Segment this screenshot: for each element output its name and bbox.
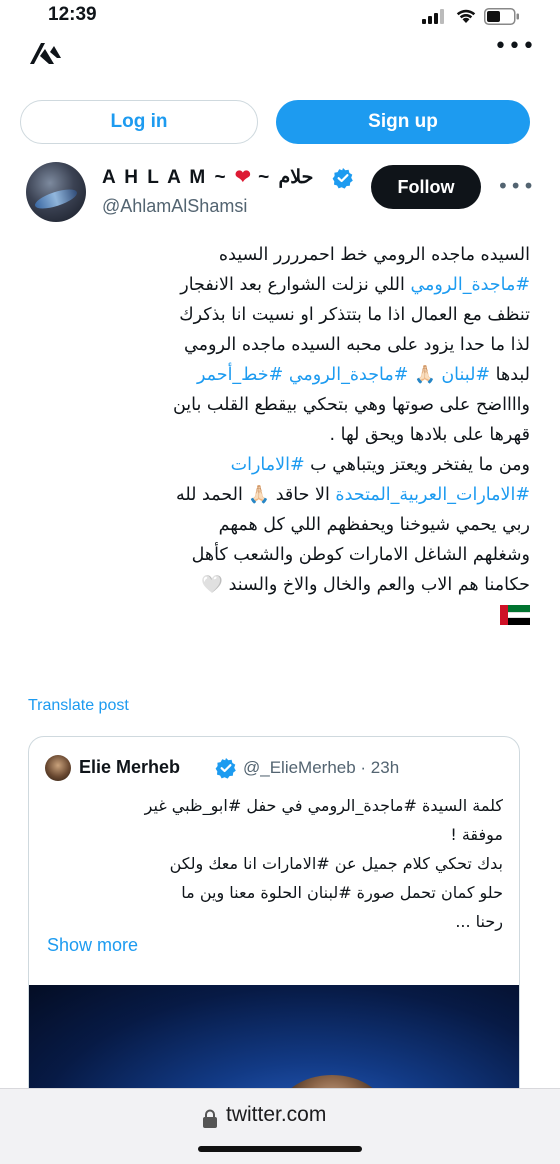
quoted-author-handle: @_ElieMerheb · 23h [243, 758, 400, 777]
hashtag-link[interactable]: #لبنان [441, 365, 490, 385]
show-more-link[interactable]: Show more [47, 935, 138, 956]
quoted-author-name: Elie Merheb [79, 757, 181, 777]
app-logo-icon[interactable] [28, 40, 62, 70]
text-line: بدك تحكي كلام جميل عن #الامارات انا معك … [45, 849, 503, 878]
post-text: السيده ماجده الرومي خط احمرررر السيده #ما… [22, 240, 530, 630]
text-segment: السيده ماجده الرومي خط احمرررر السيده [218, 245, 530, 265]
quoted-post-card[interactable]: Elie Merheb @_ElieMerheb · 23h كلمة السي… [28, 736, 520, 1136]
post-more-icon[interactable]: ••• [497, 174, 535, 198]
author-name-latin: A H L A M ~ [102, 167, 235, 188]
author-name[interactable]: A H L A M ~ ❤ ~ حلام [102, 166, 313, 189]
text-line: وشغلهم الشاغل الامارات كوطن والشعب كأهل [22, 540, 530, 570]
text-line [22, 600, 530, 630]
uae-flag-icon [500, 605, 530, 625]
hashtag-link[interactable]: #الامارات_العربية_المتحدة [335, 485, 530, 505]
text-segment: 🙏🏻 [408, 365, 442, 385]
translate-post-link[interactable]: Translate post [28, 697, 129, 715]
text-line: ربي يحمي شيوخنا ويحفظهم اللي كل همهم [22, 510, 530, 540]
browser-url-bar[interactable]: twitter.com [0, 1088, 560, 1164]
hashtag-link[interactable]: #الامارات [231, 455, 305, 475]
text-segment: اللي نزلت الشوارع بعد الانفجار [180, 275, 411, 295]
text-segment: لبدها [490, 365, 530, 385]
text-segment: وااااضح على صوتها وهي بتحكي بيقطع القلب … [172, 395, 530, 415]
text-line: #ماجدة_الرومي اللي نزلت الشوارع بعد الان… [22, 270, 530, 300]
text-line: وااااضح على صوتها وهي بتحكي بيقطع القلب … [22, 390, 530, 420]
hashtag-link[interactable]: #ماجدة_الرومي #خط_أحمر [197, 365, 408, 385]
text-line: موفقة ! [45, 820, 503, 849]
text-line: لذا ما حدا يزود على محبه السيده ماجده ال… [22, 330, 530, 360]
lock-icon [202, 1109, 218, 1133]
text-segment: الا حاقد 🙏🏻 الحمد لله [175, 485, 336, 505]
signup-button[interactable]: Sign up [276, 100, 530, 144]
cellular-signal-icon [422, 9, 446, 28]
text-line: السيده ماجده الرومي خط احمرررر السيده [22, 240, 530, 270]
quoted-post-text: كلمة السيدة #ماجدة_الرومي في حفل #ابو_ظب… [45, 791, 503, 936]
status-time: 12:39 [48, 4, 97, 25]
url-text: twitter.com [226, 1103, 327, 1126]
text-segment: لذا ما حدا يزود على محبه السيده ماجده ال… [184, 335, 530, 355]
text-line: لبدها #لبنان 🙏🏻 #ماجدة_الرومي #خط_أحمر [22, 360, 530, 390]
text-line: حلو كمان تحمل صورة #لبنان الحلوة معنا وي… [45, 878, 503, 907]
home-indicator [198, 1146, 362, 1152]
author-handle[interactable]: @AhlamAlShamsi [102, 196, 247, 217]
text-line: كلمة السيدة #ماجدة_الرومي في حفل #ابو_ظب… [45, 791, 503, 820]
text-segment: قهرها على بلادها ويحق لها . [329, 425, 530, 445]
text-segment: موفقة ! [450, 825, 503, 844]
battery-icon [484, 8, 520, 29]
text-segment: تنظف مع العمال اذا ما بتتذكر او نسيت انا… [179, 305, 530, 325]
text-line: رحنا ... [45, 907, 503, 936]
author-avatar[interactable] [26, 162, 86, 222]
text-segment: بدك تحكي كلام جميل عن #الامارات انا معك … [169, 854, 503, 873]
quoted-author-avatar [45, 755, 71, 781]
text-line: #الامارات_العربية_المتحدة الا حاقد 🙏🏻 ال… [22, 480, 530, 510]
text-segment: كلمة السيدة #ماجدة_الرومي في حفل #ابو_ظب… [144, 796, 503, 815]
wifi-icon [455, 7, 477, 28]
verified-badge-icon [215, 757, 237, 783]
text-segment: حلو كمان تحمل صورة #لبنان الحلوة معنا وي… [181, 883, 503, 902]
author-name-arabic: ~ حلام [250, 167, 314, 188]
login-button[interactable]: Log in [20, 100, 258, 144]
text-line: تنظف مع العمال اذا ما بتتذكر او نسيت انا… [22, 300, 530, 330]
text-segment: ربي يحمي شيوخنا ويحفظهم اللي كل همهم [218, 515, 530, 535]
hashtag-link[interactable]: #ماجدة_الرومي [410, 275, 530, 295]
follow-button[interactable]: Follow [371, 165, 481, 209]
text-segment: رحنا ... [455, 912, 503, 931]
text-line: حكامنا هم الاب والعم والخال والاخ والسند… [22, 570, 530, 600]
text-segment: وشغلهم الشاغل الامارات كوطن والشعب كأهل [191, 545, 530, 565]
text-segment: حكامنا هم الاب والعم والخال والاخ والسند… [201, 575, 530, 595]
text-segment: ومن ما يفتخر ويعتز ويتباهي ب [304, 455, 530, 475]
verified-badge-icon [332, 167, 354, 193]
text-line: قهرها على بلادها ويحق لها . [22, 420, 530, 450]
status-bar: 12:39 [0, 0, 560, 34]
text-line: ومن ما يفتخر ويعتز ويتباهي ب #الامارات [22, 450, 530, 480]
heart-emoji: ❤ [234, 167, 251, 188]
more-options-icon[interactable]: ••• [494, 34, 536, 59]
